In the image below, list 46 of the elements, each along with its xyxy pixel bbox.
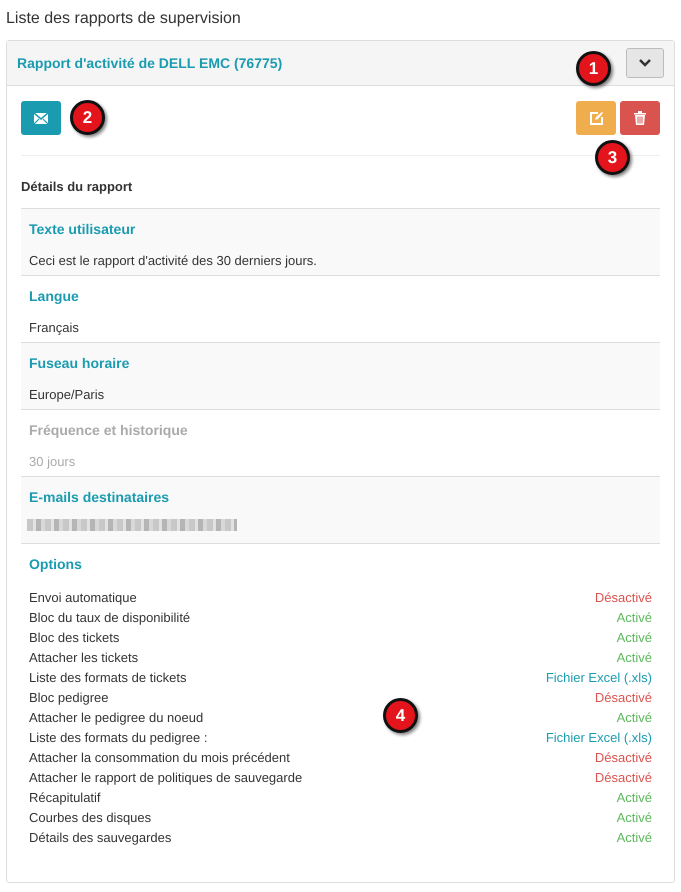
- option-value: Désactivé: [594, 748, 652, 767]
- delete-button[interactable]: [620, 101, 660, 135]
- option-label: Bloc pedigree: [29, 688, 108, 707]
- field-label: Fuseau horaire: [29, 354, 130, 372]
- option-label: Attacher les tickets: [29, 648, 138, 667]
- section-heading: Détails du rapport: [21, 178, 132, 196]
- option-value: Fichier Excel (.xls): [546, 668, 652, 687]
- option-value: Désactivé: [594, 688, 652, 707]
- option-value: Fichier Excel (.xls): [546, 728, 652, 747]
- field-label: E-mails destinataires: [29, 488, 170, 506]
- option-label: Liste des formats de tickets: [29, 668, 187, 687]
- field-value: Europe/Paris: [29, 386, 104, 404]
- report-title[interactable]: Rapport d'activité de DELL EMC (76775): [17, 52, 282, 74]
- option-label: Attacher la consommation du mois précédent: [29, 748, 290, 767]
- option-value: Activé: [616, 828, 652, 847]
- option-label: Envoi automatique: [29, 588, 137, 607]
- option-value: Activé: [616, 648, 652, 667]
- option-label: Bloc des tickets: [29, 628, 120, 647]
- option-value: Activé: [616, 808, 652, 827]
- page-title: Liste des rapports de supervision: [6, 9, 241, 29]
- email-button[interactable]: [21, 101, 61, 135]
- field-value: 30 jours: [29, 452, 76, 471]
- option-label: Détails des sauvegardes: [29, 828, 172, 847]
- option-value: Activé: [616, 628, 652, 647]
- field-value: Français: [29, 318, 79, 337]
- option-label: Bloc du taux de disponibilité: [29, 608, 190, 627]
- option-label: Attacher le rapport de politiques de sauvegarde: [29, 768, 302, 787]
- option-label: Courbes des disques: [29, 808, 152, 827]
- option-label: Récapitulatif: [29, 788, 101, 807]
- trash-icon: [634, 111, 646, 125]
- collapse-toggle-button[interactable]: [626, 48, 664, 78]
- envelope-icon: [34, 112, 48, 124]
- edit-icon: [590, 112, 602, 124]
- option-value: Désactivé: [594, 588, 652, 607]
- option-value: Activé: [616, 708, 652, 727]
- option-value: Désactivé: [594, 768, 652, 787]
- options-heading: Options: [29, 554, 82, 574]
- option-value: Activé: [616, 788, 652, 807]
- field-label: Texte utilisateur: [29, 220, 136, 238]
- option-label: Liste des formats du pedigree :: [29, 728, 208, 747]
- field-label: Langue: [29, 286, 79, 306]
- option-label: Attacher le pedigree du noeud: [29, 708, 204, 727]
- field-value: Ceci est le rapport d'activité des 30 derniers jours.: [29, 252, 317, 270]
- chevron-down-icon: [639, 59, 651, 67]
- field-label: Fréquence et historique: [29, 420, 188, 440]
- option-value: Activé: [616, 608, 652, 627]
